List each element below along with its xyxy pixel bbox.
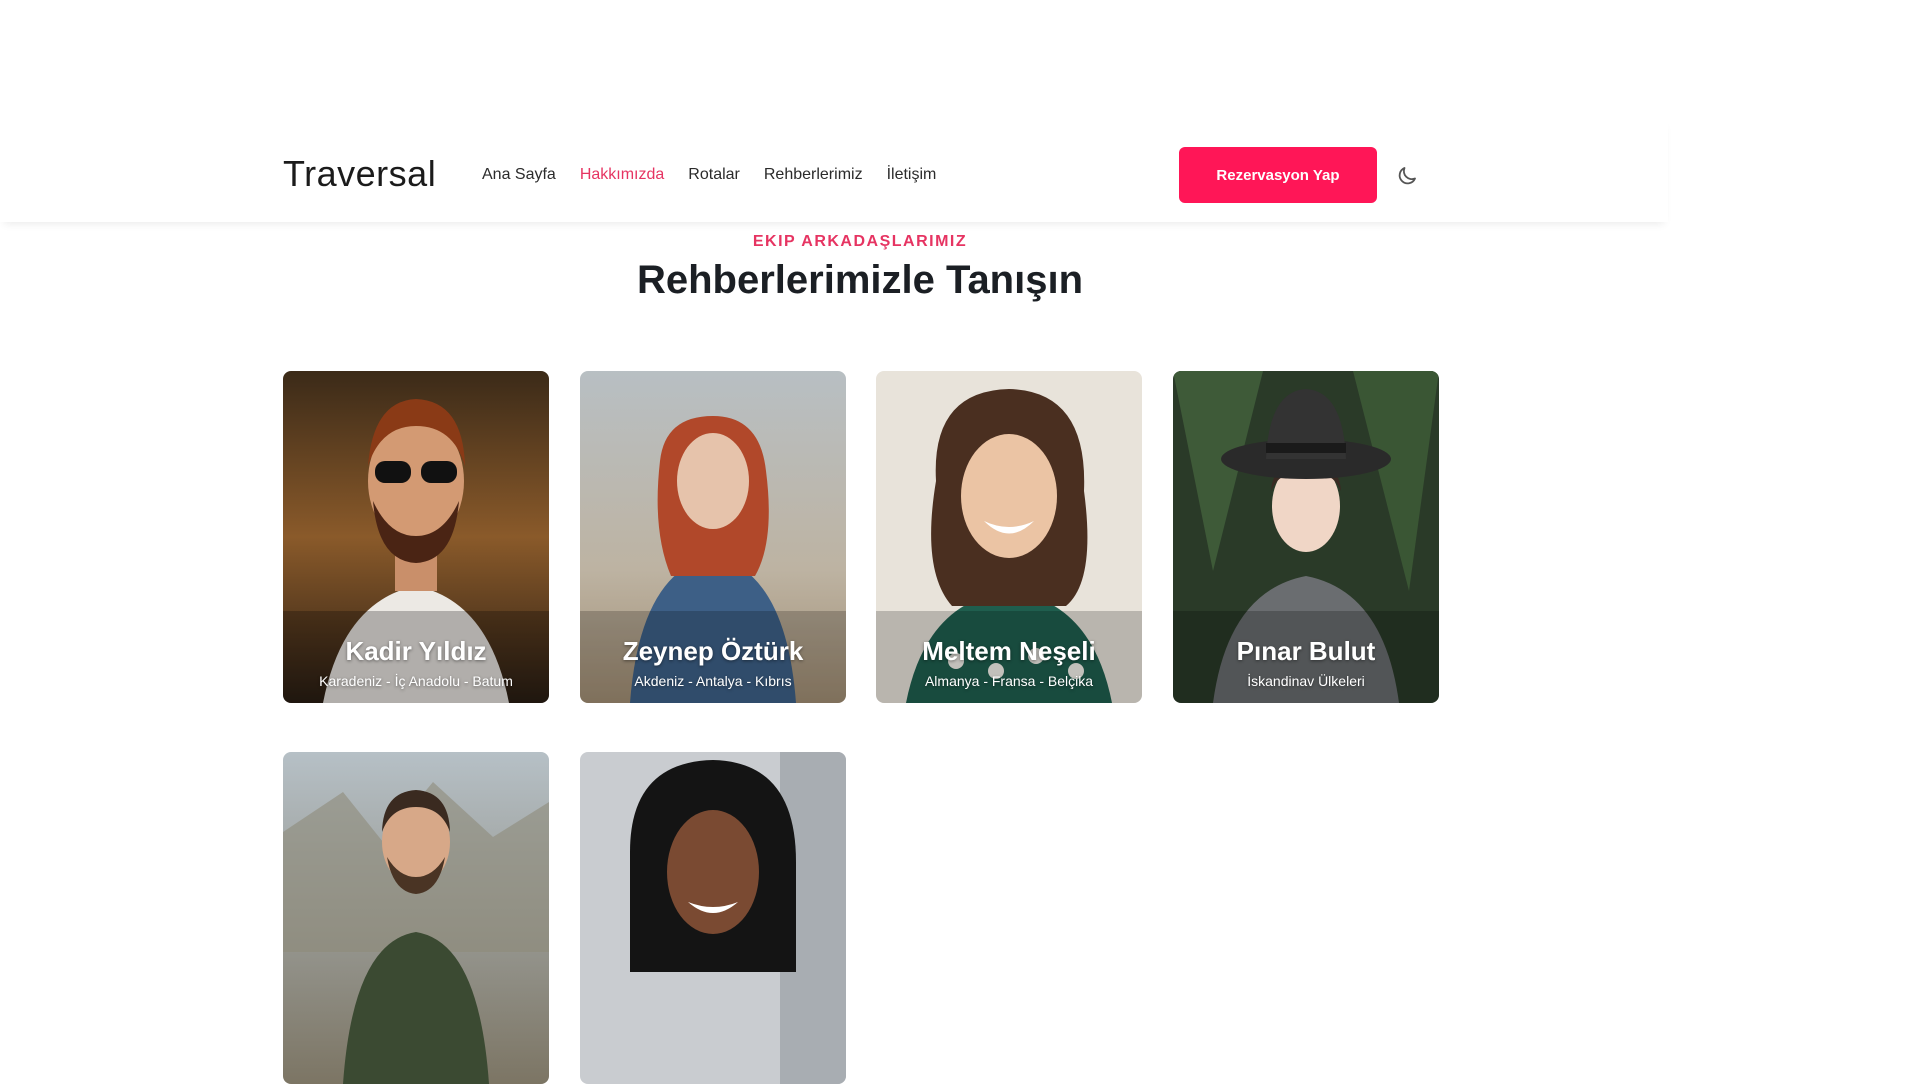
moon-icon[interactable]	[1395, 164, 1419, 188]
guide-card[interactable]: Pınar Bulut İskandinav Ülkeleri	[1173, 371, 1439, 703]
main-nav: Ana Sayfa Hakkımızda Rotalar Rehberlerim…	[482, 166, 936, 184]
guide-card[interactable]	[580, 752, 846, 1084]
guide-name: Zeynep Öztürk	[622, 636, 804, 666]
nav-item-about[interactable]: Hakkımızda	[580, 166, 664, 184]
guide-routes: İskandinav Ülkeleri	[1247, 673, 1365, 689]
guide-photo	[580, 752, 846, 1084]
guide-name: Pınar Bulut	[1236, 636, 1376, 666]
nav-item-contact[interactable]: İletişim	[887, 166, 937, 184]
nav-item-routes[interactable]: Rotalar	[688, 166, 740, 184]
guide-routes: Almanya - Fransa - Belçika	[924, 673, 1094, 689]
guide-name: Kadir Yıldız	[345, 636, 487, 666]
site-header: Traversal Ana Sayfa Hakkımızda Rotalar R…	[0, 116, 1668, 222]
guide-routes: Akdeniz - Antalya - Kıbrıs	[634, 673, 792, 689]
brand-logo[interactable]: Traversal	[283, 156, 436, 192]
guide-card[interactable]: Kadir Yıldız Karadeniz - İç Anadolu - Ba…	[283, 371, 549, 703]
guide-photo	[283, 752, 549, 1084]
section-title: Rehberlerimizle Tanışın	[636, 258, 1084, 302]
section-eyebrow: EKIP ARKADAŞLARIMIZ	[752, 233, 968, 250]
guide-name: Meltem Neşeli	[922, 636, 1096, 666]
guide-card[interactable]: Meltem Neşeli Almanya - Fransa - Belçika	[876, 371, 1142, 703]
guide-card[interactable]: Zeynep Öztürk Akdeniz - Antalya - Kıbrıs	[580, 371, 846, 703]
guide-card[interactable]	[283, 752, 549, 1084]
guide-routes: Karadeniz - İç Anadolu - Batum	[319, 673, 513, 689]
reservation-button[interactable]: Rezervasyon Yap	[1179, 147, 1377, 203]
nav-item-guides[interactable]: Rehberlerimiz	[764, 166, 863, 184]
nav-item-home[interactable]: Ana Sayfa	[482, 166, 556, 184]
